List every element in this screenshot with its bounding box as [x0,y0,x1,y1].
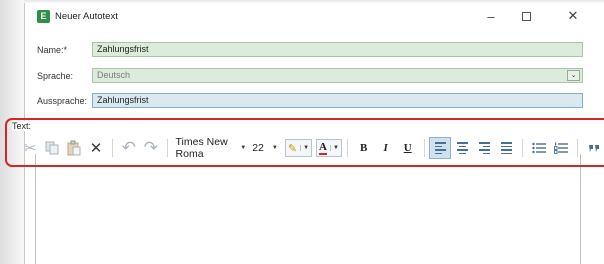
italic-button[interactable]: I [375,137,397,159]
language-label: Sprache: [37,71,74,81]
backdrop-left [0,0,24,264]
app-icon: E [37,10,50,23]
justify-icon [500,142,512,154]
pronunciation-field[interactable]: Zahlungsfrist [92,93,583,108]
cut-icon[interactable]: ✂ [19,137,41,159]
chevron-down-icon: ▼ [329,145,339,151]
chevron-down-icon: ▼ [240,145,247,151]
numbered-list-icon [554,142,569,154]
toolbar-separator [166,139,168,157]
toolbar-separator [522,139,524,157]
window-title: Neuer Autotext [55,11,118,22]
maximize-icon [521,11,531,21]
language-value: Deutsch [97,70,131,80]
font-size-select[interactable]: 22 ▼ [249,139,281,157]
text-editor[interactable] [35,154,581,264]
pronunciation-label: Aussprache: [37,96,88,106]
align-right-icon [478,142,490,154]
chevron-down-icon: ▼ [271,145,278,151]
text-label: Text: [12,121,32,131]
bullet-list-button[interactable] [528,137,550,159]
font-family-select[interactable]: Times New Roma ▼ [173,136,250,160]
font-family-value: Times New Roma [175,136,228,160]
minimize-button[interactable]: – [474,5,508,27]
autotext-dialog: E Neuer Autotext – ✕ Name:* Zahlungsfris… [12,3,604,264]
highlight-color-button[interactable]: ✎ ▼ [284,139,313,157]
name-label: Name:* [37,45,68,55]
close-button[interactable]: ✕ [556,5,590,27]
toolbar-separator [346,139,348,157]
toolbar-separator [577,139,578,157]
chevron-down-icon: ▼ [300,145,309,151]
align-center-icon [456,142,468,154]
redo-icon[interactable]: ↷ [140,137,162,159]
align-center-button[interactable] [451,137,473,159]
toolbar-separator [112,139,113,157]
justify-button[interactable] [495,137,517,159]
numbered-list-button[interactable] [550,137,572,159]
font-size-value: 22 [252,142,264,154]
toolbar-separator [423,139,425,157]
align-right-button[interactable] [473,137,495,159]
delete-icon[interactable]: ✕ [85,137,107,159]
quote-icon [588,145,599,152]
copy-icon[interactable] [41,137,63,159]
name-field[interactable]: Zahlungsfrist [92,42,583,57]
language-select[interactable]: Deutsch ⌄ [92,68,583,83]
decrease-indent-button[interactable] [583,137,604,159]
maximize-button[interactable] [509,5,543,27]
chevron-down-icon[interactable]: ⌄ [567,70,580,81]
undo-icon[interactable]: ↶ [118,137,140,159]
underline-button[interactable]: U [397,137,419,159]
align-left-button[interactable] [429,137,452,159]
bullet-list-icon [532,142,547,154]
align-left-icon [434,142,446,154]
highlighter-icon: ✎ [287,142,298,155]
font-color-icon: A [319,140,327,155]
title-bar: E Neuer Autotext – ✕ [25,3,604,29]
formatting-toolbar: ✂ ✕ ↶ ↷ Times New Roma ▼ 22 ▼ ✎ ▼ A ▼ B [15,133,604,163]
paste-icon[interactable] [63,137,85,159]
bold-button[interactable]: B [353,137,375,159]
font-color-button[interactable]: A ▼ [316,139,342,157]
